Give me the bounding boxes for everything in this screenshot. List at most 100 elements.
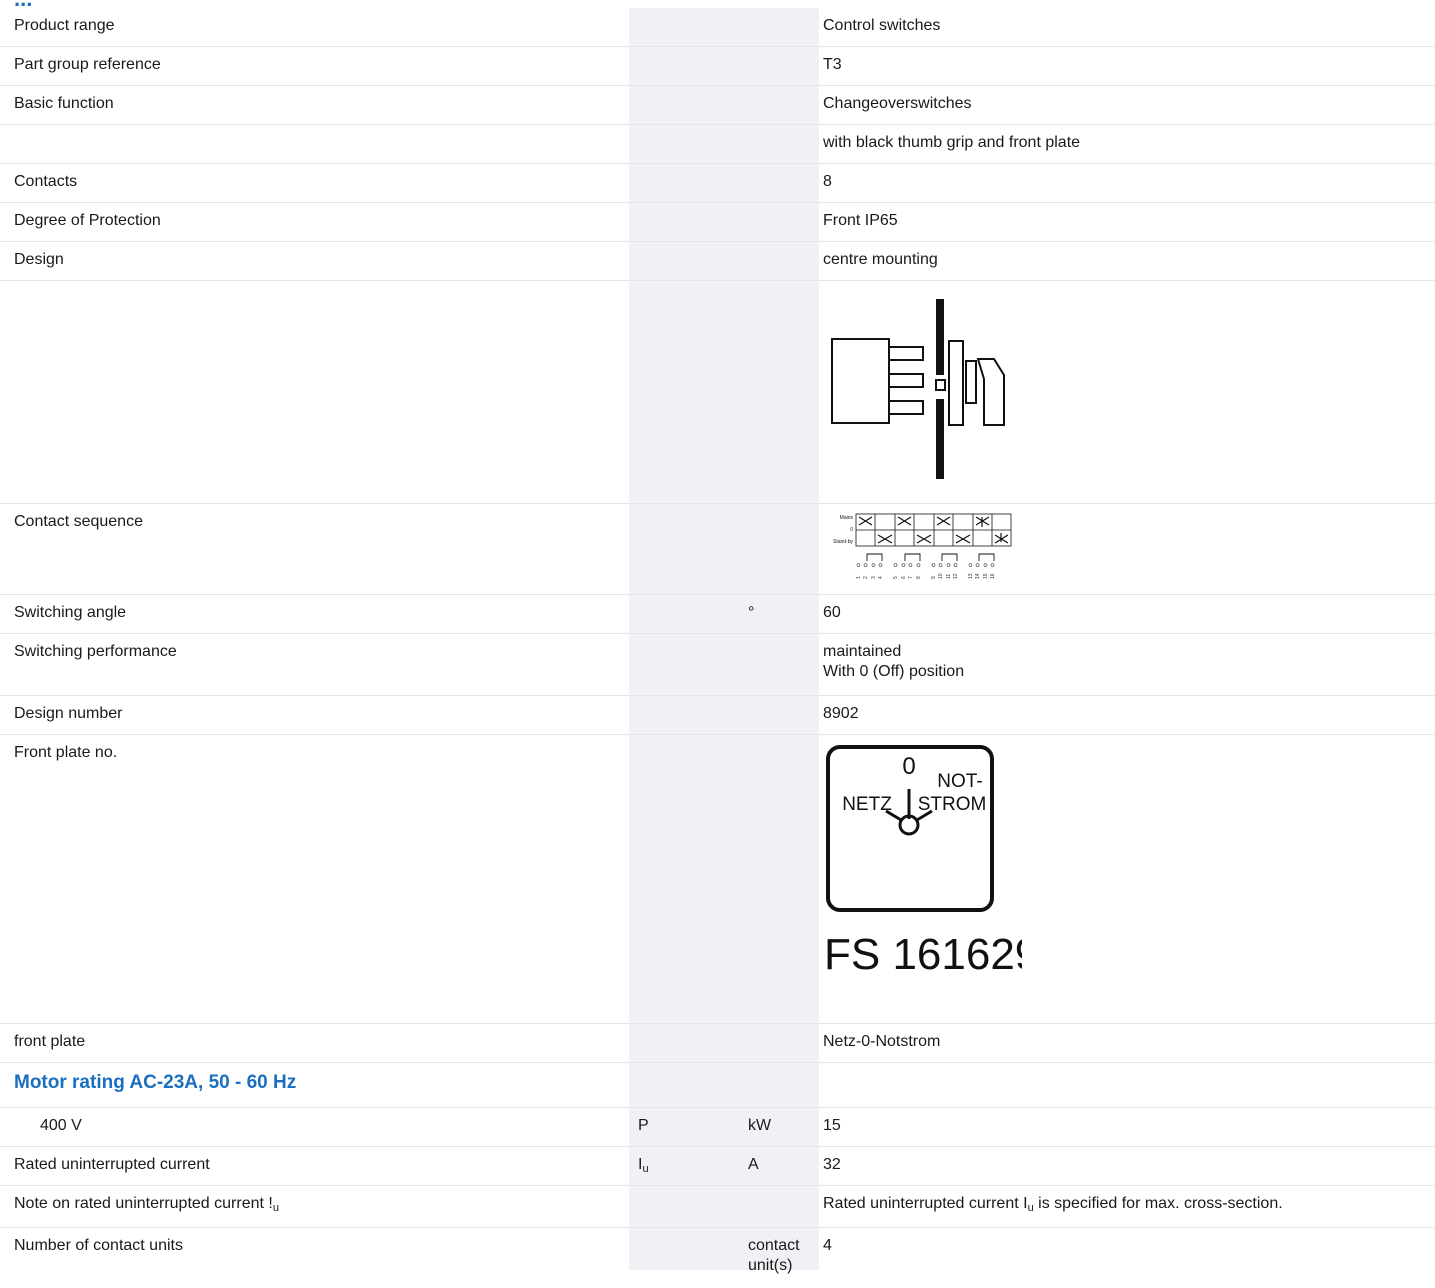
terminal-point: [916, 563, 921, 567]
terminal-point: [893, 563, 898, 567]
spec-value: Netz-0-Notstrom: [823, 1033, 941, 1050]
terminal-number: 11: [946, 574, 952, 579]
spec-value: 8: [823, 173, 832, 190]
spec-value: 4: [823, 1237, 832, 1254]
symbol-subscript: u: [642, 1163, 649, 1175]
terminal-point: [975, 563, 980, 567]
spec-table: Product range Control switches Part grou…: [0, 8, 1435, 1288]
spec-label: Front plate no.: [14, 744, 118, 761]
front-plate-label-not: NOT-: [937, 771, 982, 792]
contact-block-b: [976, 358, 1005, 426]
terminal-number: 3: [871, 576, 877, 579]
spec-symbol: Iu: [638, 1147, 728, 1175]
terminal-number: 2: [863, 576, 869, 579]
spec-row-front-plate: front plate Netz-0-Notstrom: [0, 1024, 1435, 1063]
front-plate-code: FS 161629: [824, 930, 1022, 979]
front-plate-drawing: 0 NOT- NETZ STROM FS 161629: [824, 745, 1022, 979]
section-motor-rating: Motor rating AC-23A, 50 - 60 Hz: [0, 1063, 1435, 1108]
contact-block-a: [965, 360, 977, 404]
terminal-number: 7: [908, 576, 914, 579]
terminal-point: [901, 563, 906, 567]
mounting-flange: [948, 340, 964, 426]
spec-value: 8902: [823, 705, 859, 722]
terminal-point: [983, 563, 988, 567]
terminal-number: 15: [983, 573, 989, 579]
front-plate-position-0: 0: [902, 753, 915, 780]
spec-value: centre mounting: [823, 251, 938, 268]
spec-row-product-range: Product range Control switches: [0, 8, 1435, 47]
grip-bar-bottom: [888, 400, 924, 415]
spec-row-design-number: Design number 8902: [0, 696, 1435, 735]
spec-label: Contact sequence: [14, 513, 143, 530]
terminal-point: [863, 563, 868, 567]
panel-wall-bottom: [936, 399, 944, 479]
terminal-number: 16: [990, 573, 996, 579]
spec-row-design: Design centre mounting: [0, 242, 1435, 281]
spec-row-degree-of-protection: Degree of Protection Front IP65: [0, 203, 1435, 242]
value-text: is specified for max. cross-section.: [1033, 1195, 1283, 1212]
shaft-square: [935, 379, 946, 391]
spec-unit: °: [748, 604, 755, 621]
panel-wall-top: [936, 299, 944, 375]
spec-value: with black thumb grip and front plate: [823, 134, 1081, 151]
spec-row-front-plate-no: Front plate no. 0 NOT- NETZ STROM FS 161…: [0, 735, 1435, 1024]
spec-row-mounting-drawing: [0, 281, 1435, 504]
spec-label: Product range: [14, 17, 115, 34]
spec-label: Number of contact units: [14, 1237, 183, 1254]
spec-value: maintained With 0 (Off) position: [823, 634, 1423, 682]
contact-sequence-diagram: Mains 0 Stand-by 1 2 3 4 5 6 7 8 9 10 11…: [833, 513, 1012, 579]
spec-value: 60: [823, 604, 841, 621]
terminal-number: 13: [968, 573, 974, 579]
spec-unit: kW: [748, 1117, 772, 1134]
diagram-row-label-off: 0: [850, 527, 853, 533]
terminal-point: [878, 563, 883, 567]
spec-unit: A: [748, 1156, 759, 1173]
spec-value: Front IP65: [823, 212, 898, 229]
section-title: Motor rating AC-23A, 50 - 60 Hz: [14, 1072, 297, 1093]
centre-mounting-drawing: [831, 299, 1005, 479]
spec-value: Control switches: [823, 17, 941, 34]
terminal-number: 8: [916, 576, 922, 579]
terminal-numbers: 1 2 3 4 5 6 7 8 9 10 11 12 13 14 15 16: [856, 563, 996, 579]
spec-row-contacts: Contacts 8: [0, 164, 1435, 203]
label-text: Note on rated uninterrupted current !: [14, 1195, 273, 1212]
spec-label: Contacts: [14, 173, 78, 190]
spec-label: Rated uninterrupted current: [14, 1156, 210, 1173]
terminal-point: [990, 563, 995, 567]
diagram-row-label-mains: Mains: [840, 515, 854, 521]
spec-value: T3: [823, 56, 842, 73]
terminal-number: 12: [953, 573, 959, 579]
spec-unit: contact unit(s): [748, 1228, 818, 1276]
spec-label: Design: [14, 251, 64, 268]
spec-row-basic-function-detail: with black thumb grip and front plate: [0, 125, 1435, 164]
spec-label: Degree of Protection: [14, 212, 161, 229]
terminal-number: 5: [893, 576, 899, 579]
terminal-number: 14: [975, 573, 981, 579]
spec-label: Note on rated uninterrupted current !u: [14, 1186, 614, 1214]
terminal-point: [871, 563, 876, 567]
terminal-point: [931, 563, 936, 567]
front-plate-label-netz: NETZ: [842, 794, 892, 815]
spec-value: 32: [823, 1156, 841, 1173]
spec-label: Switching angle: [14, 604, 127, 621]
contact-bridges: [866, 553, 995, 561]
spec-symbol: P: [638, 1117, 649, 1134]
terminal-number: 10: [938, 573, 944, 579]
spec-row-rated-uninterrupted-current: Rated uninterrupted current Iu A 32: [0, 1147, 1435, 1186]
terminal-number: 9: [931, 576, 937, 579]
terminal-point: [856, 563, 861, 567]
operator-body-shape: [831, 338, 890, 424]
unit-line: unit(s): [748, 1257, 793, 1274]
spec-value-line: maintained: [823, 643, 902, 660]
diagram-row-label-standby: Stand-by: [833, 539, 854, 545]
terminal-point: [938, 563, 943, 567]
terminal-point: [968, 563, 973, 567]
terminal-point: [953, 563, 958, 567]
spec-row-switching-angle: Switching angle ° 60: [0, 595, 1435, 634]
terminal-point: [908, 563, 913, 567]
spec-row-part-group-reference: Part group reference T3: [0, 47, 1435, 86]
spec-value: 15: [823, 1117, 841, 1134]
spec-row-contact-units: Number of contact units contact unit(s) …: [0, 1228, 1435, 1288]
spec-row-400v: 400 V P kW 15: [0, 1108, 1435, 1147]
terminal-point: [946, 563, 951, 567]
